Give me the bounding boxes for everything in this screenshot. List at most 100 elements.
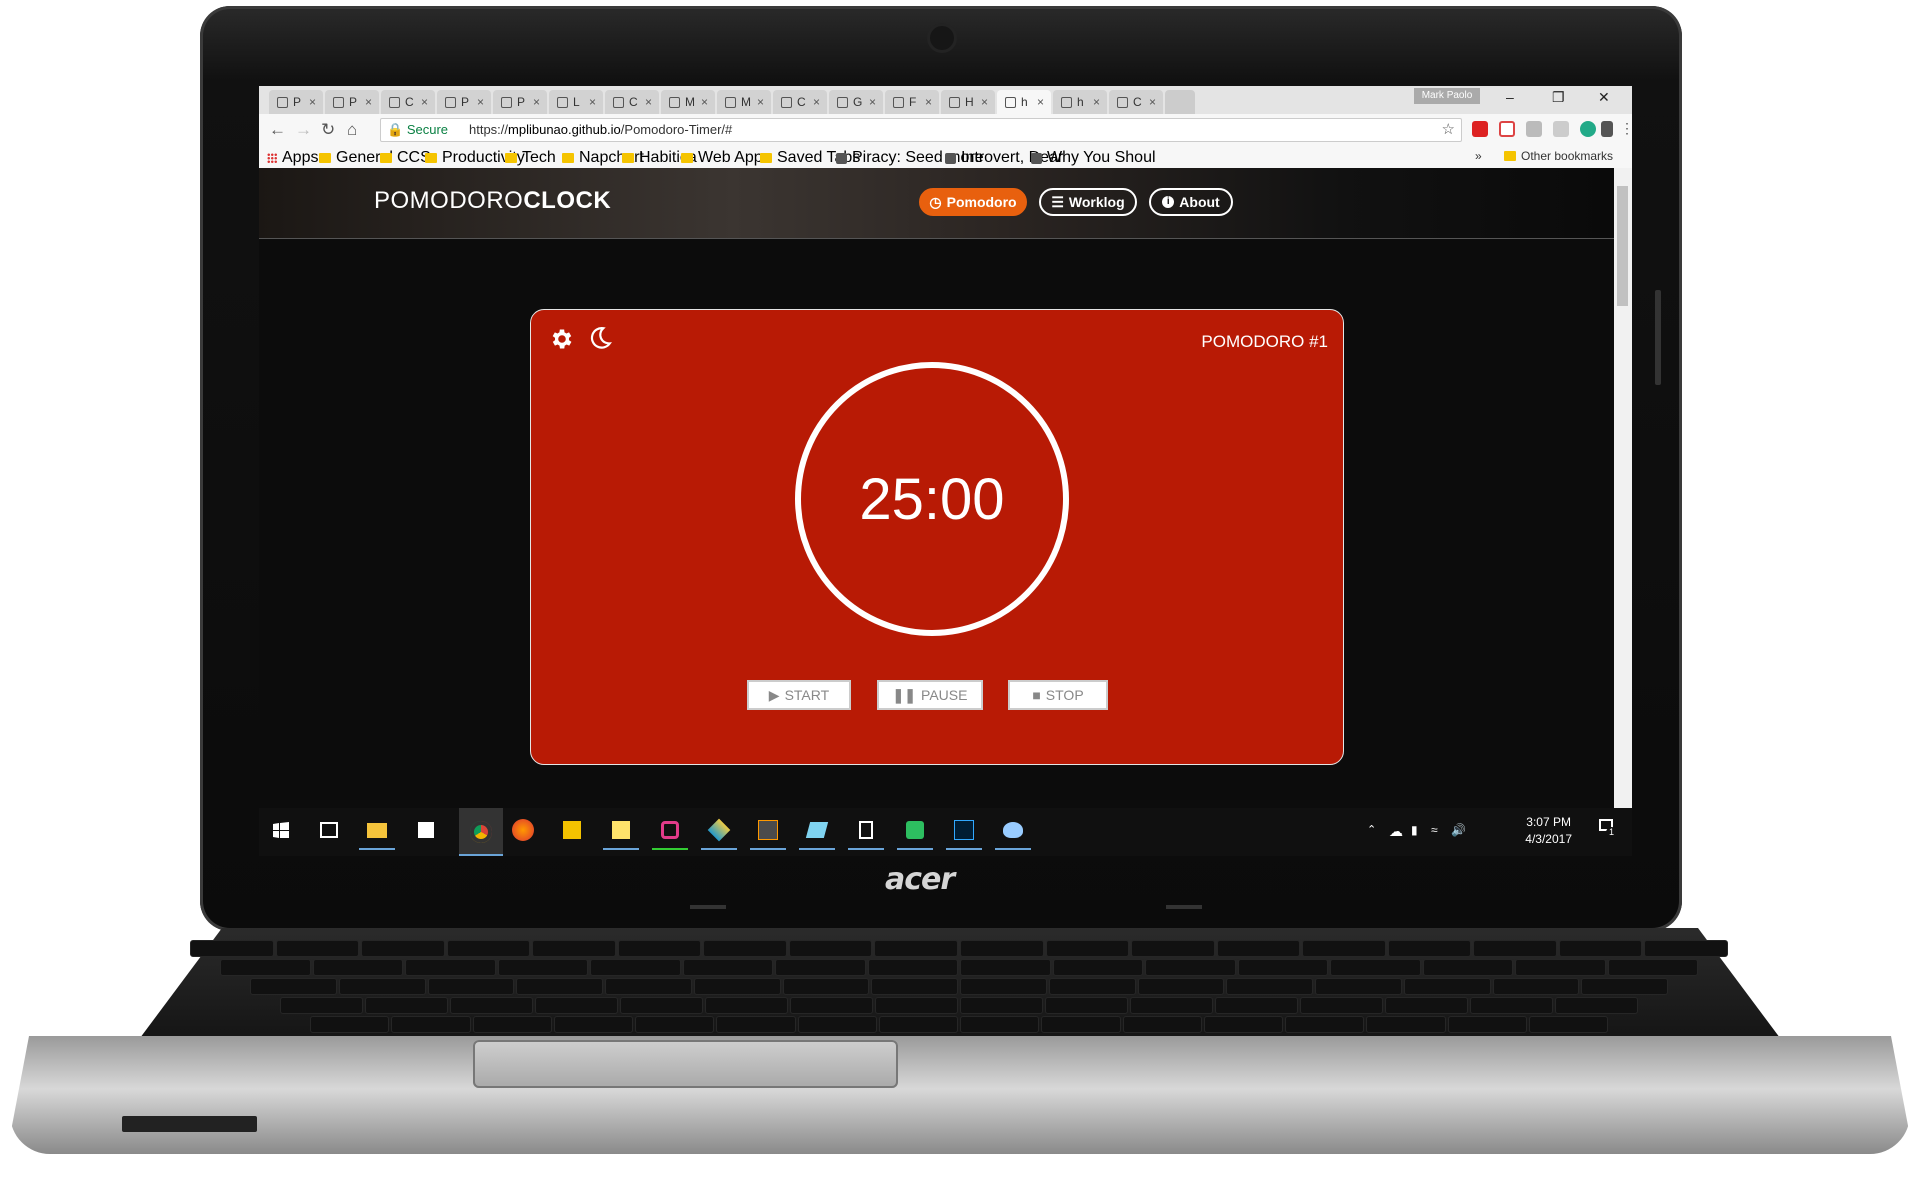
- back-button[interactable]: ←: [269, 120, 286, 140]
- close-window-button[interactable]: ✕: [1598, 89, 1610, 106]
- forward-button[interactable]: →: [295, 120, 312, 140]
- stop-button[interactable]: ■ STOP: [1008, 680, 1108, 710]
- reload-button[interactable]: ↻: [321, 120, 335, 140]
- extension-icon[interactable]: [1553, 121, 1569, 137]
- browser-tab[interactable]: F ×: [885, 90, 939, 114]
- browser-tab[interactable]: h ×: [997, 90, 1051, 114]
- tab-close-icon[interactable]: ×: [477, 95, 484, 109]
- nav-worklog-label: Worklog: [1068, 194, 1125, 210]
- browser-tab[interactable]: M ×: [717, 90, 771, 114]
- page-scrollbar[interactable]: [1614, 168, 1632, 808]
- moon-icon[interactable]: [587, 324, 613, 357]
- start-button[interactable]: ▶ START: [747, 680, 851, 710]
- photoshop-icon[interactable]: [946, 816, 982, 850]
- sublime-text-icon[interactable]: [750, 816, 786, 850]
- extension-icon[interactable]: [1601, 121, 1613, 137]
- restore-button[interactable]: ❐: [1552, 89, 1565, 106]
- tab-close-icon[interactable]: ×: [869, 95, 876, 109]
- browser-tab[interactable]: P ×: [325, 90, 379, 114]
- windows-start-icon[interactable]: [267, 816, 295, 844]
- app-logo[interactable]: POMODOROCLOCK: [374, 187, 611, 215]
- brand-bold: CLOCK: [523, 187, 612, 214]
- sticky-notes-icon[interactable]: [603, 816, 639, 850]
- browser-tab[interactable]: P ×: [493, 90, 547, 114]
- extension-icon[interactable]: [1526, 121, 1542, 137]
- tab-close-icon[interactable]: ×: [1093, 95, 1100, 109]
- battery-icon[interactable]: ▮: [1411, 823, 1418, 837]
- other-bookmarks[interactable]: Other bookmarks: [1504, 149, 1613, 163]
- tab-close-icon[interactable]: ×: [309, 95, 316, 109]
- bookmarks-overflow-icon[interactable]: »: [1475, 149, 1482, 163]
- browser-tab[interactable]: C ×: [605, 90, 659, 114]
- wifi-icon[interactable]: ≈: [1431, 823, 1438, 837]
- nav-worklog-button[interactable]: ☰ Worklog: [1039, 188, 1137, 216]
- notification-center-icon[interactable]: 1: [1599, 819, 1617, 838]
- gear-icon[interactable]: [549, 326, 575, 357]
- task-view-icon[interactable]: [315, 816, 343, 844]
- bookmark-item[interactable]: Tech: [505, 149, 556, 167]
- bookmark-star-icon[interactable]: ☆: [1442, 119, 1455, 141]
- file-explorer-icon[interactable]: [359, 816, 395, 850]
- timer-card: POMODORO #1 25:00 ▶ START ❚❚ PAUSE ■ STO…: [530, 309, 1344, 765]
- tab-close-icon[interactable]: ×: [813, 95, 820, 109]
- tab-close-icon[interactable]: ×: [645, 95, 652, 109]
- tab-favicon-icon: [1061, 96, 1072, 108]
- tab-close-icon[interactable]: ×: [533, 95, 540, 109]
- extension-icon[interactable]: [1499, 121, 1515, 137]
- browser-tab[interactable]: L ×: [549, 90, 603, 114]
- tab-close-icon[interactable]: ×: [757, 95, 764, 109]
- keyboard-key: [797, 1016, 877, 1033]
- nav-about-button[interactable]: i About: [1149, 188, 1233, 216]
- app-icon[interactable]: [652, 816, 688, 850]
- store-icon[interactable]: [412, 816, 440, 844]
- browser-tab[interactable]: h ×: [1053, 90, 1107, 114]
- bookmark-item[interactable]: Why You Should Lear: [1031, 149, 1155, 167]
- tray-chevron-icon[interactable]: ⌃: [1367, 823, 1376, 836]
- new-tab-button[interactable]: [1165, 90, 1195, 114]
- browser-menu-icon[interactable]: ⋮: [1620, 120, 1632, 137]
- browser-tab[interactable]: C ×: [773, 90, 827, 114]
- tab-close-icon[interactable]: ×: [421, 95, 428, 109]
- calculator-icon[interactable]: [848, 816, 884, 850]
- browser-tab[interactable]: C ×: [381, 90, 435, 114]
- chrome-taskbar-icon[interactable]: [459, 808, 503, 856]
- paint-icon[interactable]: [995, 816, 1031, 850]
- tab-close-icon[interactable]: ×: [981, 95, 988, 109]
- tab-close-icon[interactable]: ×: [701, 95, 708, 109]
- evernote-icon[interactable]: [897, 816, 933, 850]
- volume-icon[interactable]: 🔊: [1451, 823, 1466, 837]
- url-host: mplibunao.github.io: [508, 122, 621, 137]
- tab-close-icon[interactable]: ×: [925, 95, 932, 109]
- browser-tab[interactable]: G ×: [829, 90, 883, 114]
- taskbar-clock[interactable]: 3:07 PM 4/3/2017: [1525, 814, 1572, 848]
- browser-tab[interactable]: P ×: [269, 90, 323, 114]
- pause-button[interactable]: ❚❚ PAUSE: [877, 680, 983, 710]
- app-icon[interactable]: [701, 816, 737, 850]
- onedrive-icon[interactable]: ☁: [1389, 823, 1403, 840]
- keyboard-key: [1131, 940, 1215, 957]
- nav-pomodoro-button[interactable]: ◷ Pomodoro: [919, 188, 1027, 216]
- extension-icon[interactable]: [1580, 121, 1596, 137]
- bookmark-item[interactable]: Web Apps: [681, 149, 771, 167]
- home-button[interactable]: ⌂: [347, 120, 357, 140]
- minimize-button[interactable]: –: [1506, 89, 1514, 105]
- tab-close-icon[interactable]: ×: [365, 95, 372, 109]
- browser-tab[interactable]: H ×: [941, 90, 995, 114]
- address-bar[interactable]: 🔒 Secure https://mplibunao.github.io/Pom…: [380, 118, 1462, 142]
- scrollbar-thumb[interactable]: [1617, 186, 1628, 306]
- touchpad[interactable]: [473, 1040, 898, 1088]
- browser-tab[interactable]: P ×: [437, 90, 491, 114]
- app-icon[interactable]: [799, 816, 835, 850]
- browser-tab[interactable]: M ×: [661, 90, 715, 114]
- bookmark-item[interactable]: Apps: [267, 149, 318, 167]
- extension-icon[interactable]: [1472, 121, 1488, 137]
- app-icon[interactable]: [558, 816, 586, 844]
- profile-name[interactable]: Mark Paolo: [1414, 88, 1480, 104]
- tab-close-icon[interactable]: ×: [1149, 95, 1156, 109]
- tab-close-icon[interactable]: ×: [1037, 95, 1044, 109]
- tab-close-icon[interactable]: ×: [589, 95, 596, 109]
- firefox-icon[interactable]: [509, 816, 537, 844]
- keyboard-key: [535, 997, 618, 1014]
- browser-tab[interactable]: C ×: [1109, 90, 1163, 114]
- bookmark-item[interactable]: CCS: [380, 149, 431, 167]
